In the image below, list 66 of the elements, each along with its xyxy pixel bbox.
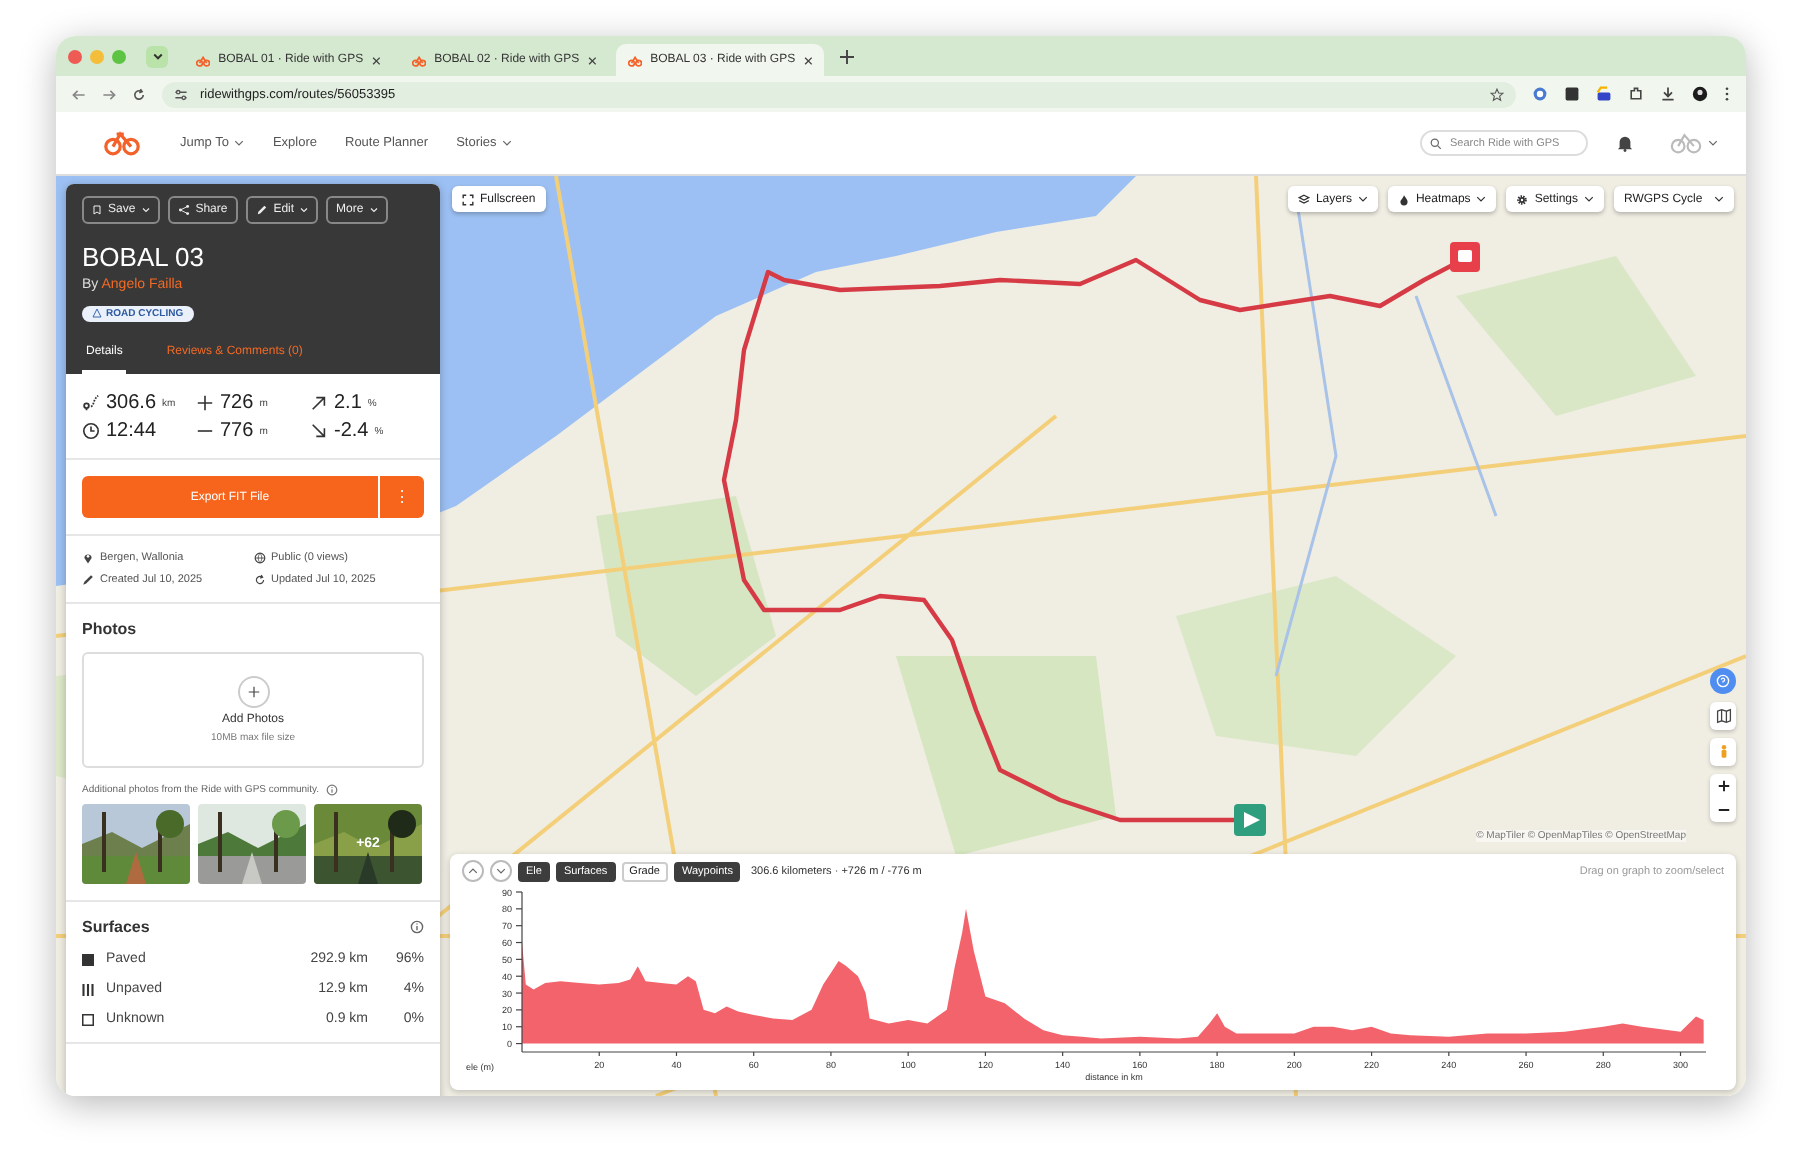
new-tab-icon[interactable]: [840, 49, 854, 63]
chevron-down-icon: [1476, 194, 1487, 204]
extension-icon[interactable]: [1596, 86, 1612, 102]
route-title: BOBAL 03: [82, 242, 206, 272]
chevron-down-icon: [1714, 194, 1724, 204]
forward-icon[interactable]: [102, 87, 116, 101]
plus-icon: [247, 686, 259, 698]
notification-bell-icon[interactable]: [1616, 134, 1634, 152]
stat-value: 306.6: [106, 392, 157, 414]
close-icon[interactable]: [371, 55, 380, 65]
tab-search-button[interactable]: [146, 45, 168, 67]
back-icon[interactable]: [72, 87, 86, 101]
settings-icon: [1516, 193, 1529, 205]
section-heading: Surfaces: [82, 918, 150, 936]
stat-value: 2.1: [334, 392, 362, 414]
flame-icon: [1397, 193, 1410, 205]
profile-avatar-icon[interactable]: [1692, 86, 1708, 102]
section-heading: Photos: [82, 620, 139, 638]
bookmark-star-icon[interactable]: [1490, 87, 1504, 101]
chevron-down-icon: [1584, 194, 1594, 204]
stat-value: -2.4: [334, 420, 369, 442]
bike-avatar-icon: [1670, 132, 1702, 154]
stat-value: 12:44: [106, 420, 157, 442]
layers-icon: [1297, 193, 1310, 205]
chevron-down-icon: [151, 50, 163, 62]
arrow-up-right-icon: [310, 394, 328, 412]
chevron-down-icon: [1357, 194, 1368, 204]
bike-logo-icon: [628, 53, 643, 67]
map-icon: [1715, 708, 1731, 724]
plus-icon: [196, 394, 214, 412]
stat-value: 776: [220, 420, 254, 442]
reload-icon[interactable]: [132, 87, 146, 101]
share-icon: [177, 204, 190, 216]
download-icon[interactable]: [1660, 86, 1676, 102]
info-icon[interactable]: [410, 920, 424, 934]
empty-square-icon: [82, 1013, 94, 1025]
info-icon[interactable]: [325, 784, 338, 796]
bookmark-icon: [92, 204, 102, 216]
bike-logo-icon[interactable]: [104, 130, 140, 156]
fullscreen-icon: [462, 193, 474, 205]
close-icon[interactable]: [803, 55, 812, 65]
map-view-button[interactable]: [1710, 702, 1736, 730]
route-distance-icon: [82, 394, 100, 412]
globe-icon: [253, 552, 265, 564]
site-info-icon[interactable]: [174, 87, 188, 101]
close-icon[interactable]: [587, 55, 596, 65]
refresh-icon: [253, 574, 265, 586]
stat-value: 726: [220, 392, 254, 414]
arrow-down-right-icon: [310, 422, 328, 440]
chevron-down-icon: [496, 866, 506, 876]
location-pin-icon: [82, 552, 94, 564]
pencil-icon: [82, 574, 94, 586]
close-window-button[interactable]: [68, 49, 82, 63]
puzzle-icon[interactable]: [1628, 86, 1644, 102]
question-icon: [1716, 674, 1730, 688]
menu-icon[interactable]: [1724, 86, 1730, 102]
bike-logo-icon: [196, 53, 211, 67]
add-photo-button[interactable]: [237, 676, 269, 708]
pencil-icon: [255, 204, 268, 216]
chevron-up-icon: [468, 866, 478, 876]
chevron-down-icon: [1708, 138, 1718, 148]
filled-square-icon: [82, 953, 94, 965]
bike-logo-icon: [412, 53, 427, 67]
clock-icon: [82, 422, 100, 440]
plus-icon: [1717, 780, 1729, 792]
minus-icon: [1717, 804, 1729, 816]
